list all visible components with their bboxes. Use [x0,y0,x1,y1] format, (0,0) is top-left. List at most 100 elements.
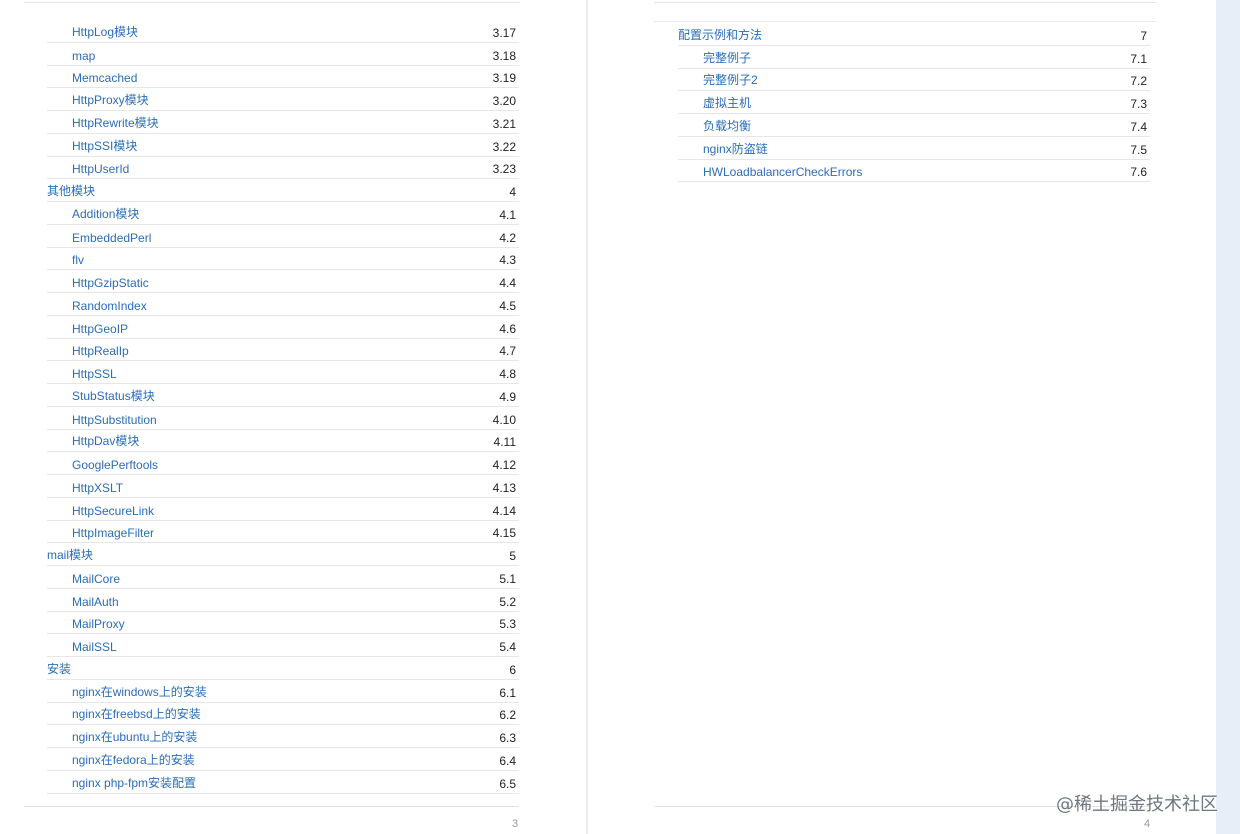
toc-entry[interactable]: HttpSSL 4.8 [0,361,586,384]
toc-entry-link[interactable]: EmbeddedPerl [72,231,151,245]
toc-entry-link[interactable]: HttpSecureLink [72,504,154,518]
toc-entry-link[interactable]: 完整例子2 [703,71,758,88]
toc-entry[interactable]: HttpSubstitution 4.10 [0,407,586,430]
toc-entry-number: 6.1 [499,685,516,700]
toc-entry[interactable]: HWLoadbalancerCheckErrors 7.6 [588,160,1216,183]
toc-entry-link[interactable]: Memcached [72,71,137,85]
toc-entry-link[interactable]: HttpGzipStatic [72,276,149,290]
toc-entry[interactable]: GooglePerftools 4.12 [0,452,586,475]
toc-entry[interactable]: MailCore 5.1 [0,566,586,589]
toc-entry-link[interactable]: MailAuth [72,595,119,609]
toc-entry-link[interactable]: flv [72,253,84,267]
toc-entry-link[interactable]: HttpImageFilter [72,526,154,540]
toc-entry[interactable]: HttpSecureLink 4.14 [0,498,586,521]
toc-entry-link[interactable]: 其他模块 [47,182,95,199]
toc-entry-link[interactable]: HttpLog模块 [72,23,138,40]
toc-entry-link[interactable]: 安装 [47,660,71,677]
toc-entry[interactable]: HttpDav模块 4.11 [0,430,586,453]
toc-entry-link[interactable]: nginx防盗链 [703,140,768,157]
toc-entry-link[interactable]: nginx在freebsd上的安装 [72,705,201,722]
toc-entry-link[interactable]: nginx在ubuntu上的安装 [72,728,197,745]
toc-entry-link[interactable]: HttpDav模块 [72,432,139,449]
toc-entry-link[interactable]: StubStatus模块 [72,387,155,404]
toc-entry-number: 4.11 [493,435,516,450]
toc-entry[interactable]: EmbeddedPerl 4.2 [0,225,586,248]
toc-entry-link[interactable]: mail模块 [47,546,93,563]
toc-entry[interactable]: 其他模块 4 [0,179,586,202]
toc-entry[interactable]: 配置示例和方法 7 [588,21,1216,46]
toc-entry-link[interactable]: HttpGeoIP [72,322,128,336]
toc-entry-link[interactable]: HttpSubstitution [72,413,157,427]
toc-entry[interactable]: map 3.18 [0,43,586,66]
footer-divider [24,806,519,807]
toc-entry-link[interactable]: 完整例子 [703,49,751,66]
toc-entry-link[interactable]: MailSSL [72,640,117,654]
toc-entry-link[interactable]: HWLoadbalancerCheckErrors [703,165,862,179]
toc-entry-number: 7.5 [1130,142,1147,157]
toc-entry[interactable]: 完整例子2 7.2 [588,69,1216,92]
toc-entry-link[interactable]: HttpRealIp [72,344,129,358]
toc-entry[interactable]: Memcached 3.19 [0,66,586,89]
toc-entry[interactable]: HttpProxy模块 3.20 [0,88,586,111]
toc-entry-link[interactable]: HttpSSI模块 [72,137,137,154]
toc-entry-link[interactable]: HttpRewrite模块 [72,114,159,131]
toc-entry[interactable]: HttpGeoIP 4.6 [0,316,586,339]
toc-entry[interactable]: 安装 6 [0,657,586,680]
toc-entry-link[interactable]: HttpUserId [72,162,129,176]
toc-entry[interactable]: 负载均衡 7.4 [588,114,1216,137]
toc-entry[interactable]: mail模块 5 [0,543,586,566]
toc-entry[interactable]: nginx在freebsd上的安装 6.2 [0,703,586,726]
toc-entry-link[interactable]: map [72,49,95,63]
toc-entry[interactable]: RandomIndex 4.5 [0,293,586,316]
toc-entry[interactable]: HttpXSLT 4.13 [0,475,586,498]
toc-entry[interactable]: HttpRealIp 4.7 [0,339,586,362]
toc-entry-link[interactable]: nginx php-fpm安装配置 [72,774,196,791]
toc-entry-link[interactable]: RandomIndex [72,299,147,313]
toc-entry[interactable]: HttpUserId 3.23 [0,157,586,180]
toc-entry-number: 5.4 [499,640,516,654]
toc-entry[interactable]: 完整例子 7.1 [588,46,1216,69]
toc-entry[interactable]: MailSSL 5.4 [0,634,586,657]
toc-entry-link[interactable]: nginx在fedora上的安装 [72,751,195,768]
toc-entry-link[interactable]: Addition模块 [72,205,139,222]
toc-entry[interactable]: MailAuth 5.2 [0,589,586,612]
toc-entry[interactable]: MailProxy 5.3 [0,612,586,635]
toc-entry-divider [47,792,519,794]
toc-entry-number: 6.2 [499,708,516,723]
toc-entry-number: 7.2 [1130,74,1147,89]
toc-entry-link[interactable]: 虚拟主机 [703,94,751,111]
toc-entry[interactable]: HttpSSI模块 3.22 [0,134,586,157]
toc-entry-link[interactable]: HttpSSL [72,367,117,381]
toc-entry[interactable]: nginx防盗链 7.5 [588,137,1216,160]
toc-entry[interactable]: HttpImageFilter 4.15 [0,521,586,544]
toc-entry-number: 4.2 [499,230,516,245]
toc-entry-number: 3.20 [492,94,516,108]
toc-entry-link[interactable]: HttpXSLT [72,481,123,495]
toc-entry[interactable]: Addition模块 4.1 [0,202,586,225]
toc-entry-number: 7.6 [1130,165,1147,180]
toc-entry-link[interactable]: MailProxy [72,617,125,631]
toc-entry-link[interactable]: nginx在windows上的安装 [72,683,207,700]
page-number: 4 [1144,818,1151,830]
toc-entry[interactable]: nginx php-fpm安装配置 6.5 [0,771,586,794]
toc-entry-link[interactable]: 配置示例和方法 [678,26,762,43]
toc-entry[interactable]: HttpLog模块 3.17 [0,20,586,43]
toc-entry[interactable]: 虚拟主机 7.3 [588,91,1216,114]
toc-list-left: HttpLog模块 3.17 map 3.18 Memcached 3.19 HttpPro… [0,20,586,794]
toc-entry[interactable]: nginx在windows上的安装 6.1 [0,680,586,703]
toc-entry-number: 4.9 [499,389,516,404]
toc-entry[interactable]: nginx在ubuntu上的安装 6.3 [0,725,586,748]
scrollbar-track[interactable] [1216,0,1240,834]
toc-entry[interactable]: flv 4.3 [0,248,586,271]
toc-entry-link[interactable]: 负载均衡 [703,117,751,134]
toc-entry[interactable]: HttpRewrite模块 3.21 [0,111,586,134]
toc-entry-number: 4.6 [499,321,516,336]
toc-entry-link[interactable]: GooglePerftools [72,458,158,472]
toc-entry-link[interactable]: MailCore [72,572,120,586]
toc-entry[interactable]: HttpGzipStatic 4.4 [0,270,586,293]
toc-entry-number: 4.12 [492,458,516,472]
toc-entry-link[interactable]: HttpProxy模块 [72,91,149,108]
toc-entry[interactable]: nginx在fedora上的安装 6.4 [0,748,586,771]
toc-entry[interactable]: StubStatus模块 4.9 [0,384,586,407]
toc-entry-number: 4 [509,185,516,199]
